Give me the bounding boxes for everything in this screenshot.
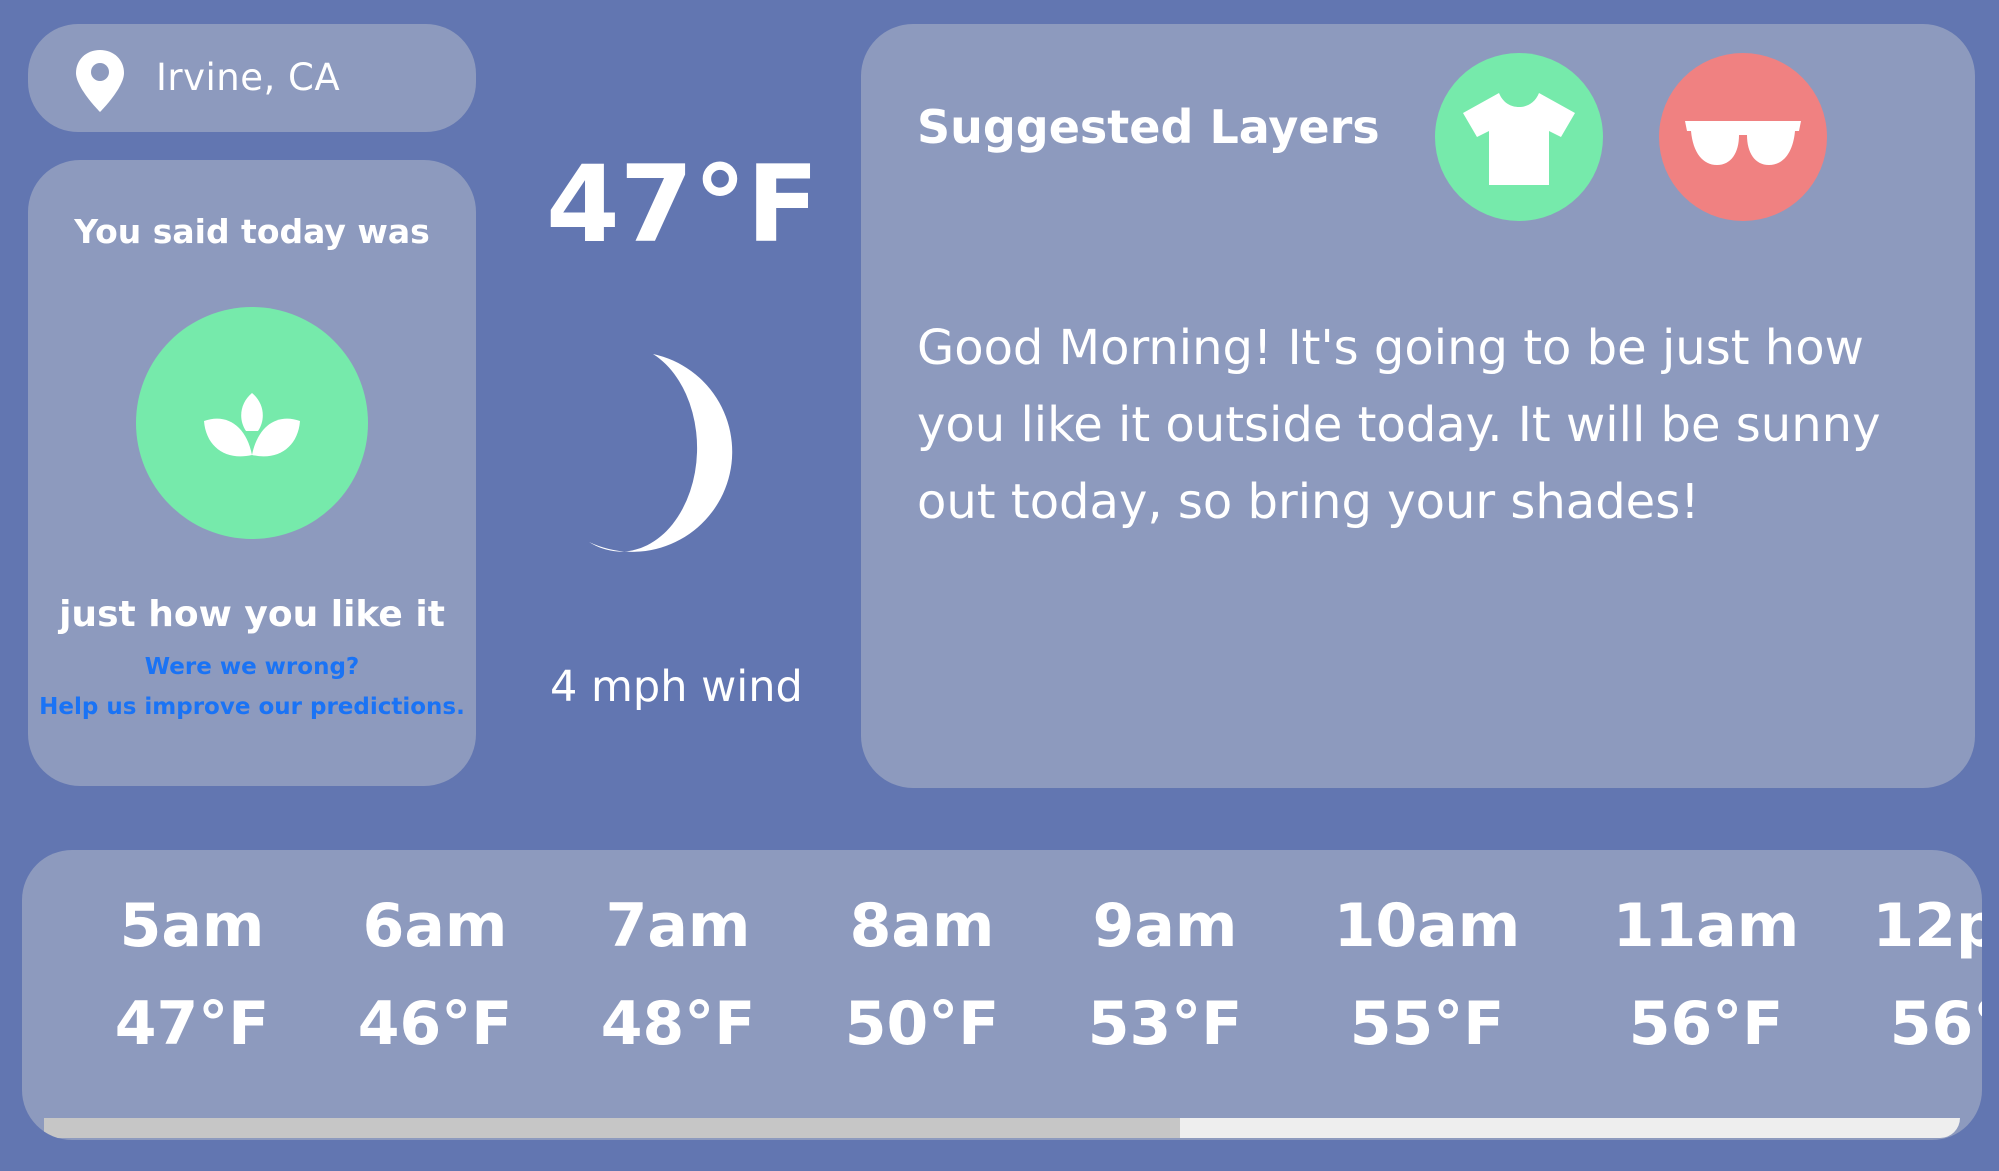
feedback-card: You said today was just how you like it … — [28, 160, 476, 786]
tshirt-icon — [1463, 93, 1575, 185]
wind-speed: 4 mph wind — [550, 662, 803, 712]
hourly-forecast[interactable]: 5am 47°F 6am 46°F 7am 48°F 8am 50°F 9am … — [22, 850, 1982, 1140]
hour-time: 12pm — [1872, 891, 1982, 961]
hour-item: 12pm 56°F — [1857, 886, 1982, 1064]
hour-temp: 50°F — [844, 989, 1000, 1059]
hour-item: 8am 50°F — [812, 886, 1032, 1064]
suggested-layers-panel: Suggested Layers Good Morning! It's goin… — [861, 24, 1975, 788]
hourly-list: 5am 47°F 6am 46°F 7am 48°F 8am 50°F 9am … — [22, 850, 1982, 1120]
hour-temp: 56°F — [1889, 989, 1982, 1059]
hour-time: 7am — [605, 891, 751, 961]
hour-time: 11am — [1612, 891, 1800, 961]
hour-temp: 56°F — [1628, 989, 1784, 1059]
current-temperature: 47°F — [546, 143, 819, 266]
location-name: Irvine, CA — [156, 56, 341, 99]
hour-temp: 48°F — [600, 989, 756, 1059]
hour-time: 10am — [1333, 891, 1521, 961]
moon-icon — [589, 354, 733, 552]
location-pill[interactable]: Irvine, CA — [28, 24, 476, 132]
hour-item: 5am 47°F — [82, 886, 302, 1064]
horizontal-scrollbar[interactable] — [44, 1118, 1960, 1138]
leaf-icon — [204, 393, 300, 457]
hour-temp: 55°F — [1349, 989, 1505, 1059]
scrollbar-thumb[interactable] — [44, 1118, 1180, 1138]
forecast-message: Good Morning! It's going to be just how … — [917, 320, 1881, 530]
hour-item: 9am 53°F — [1055, 886, 1275, 1064]
hour-temp: 46°F — [357, 989, 513, 1059]
hour-item: 6am 46°F — [325, 886, 545, 1064]
sunglasses-icon — [1685, 121, 1801, 165]
hour-time: 5am — [119, 891, 265, 961]
hour-time: 6am — [362, 891, 508, 961]
map-pin-icon — [76, 50, 124, 112]
were-we-wrong-link[interactable]: Were we wrong? — [28, 654, 476, 680]
comfort-badge — [136, 307, 368, 539]
hour-time: 9am — [1092, 891, 1238, 961]
layer-tshirt[interactable] — [1435, 53, 1603, 221]
hour-item: 11am 56°F — [1596, 886, 1816, 1064]
hour-item: 7am 48°F — [568, 886, 788, 1064]
layer-sunglasses[interactable] — [1659, 53, 1827, 221]
comfort-verdict: just how you like it — [59, 594, 445, 635]
feedback-heading: You said today was — [74, 212, 430, 251]
suggested-layers-title: Suggested Layers — [917, 100, 1380, 154]
hour-item: 10am 55°F — [1317, 886, 1537, 1064]
hour-time: 8am — [849, 891, 995, 961]
hour-temp: 47°F — [114, 989, 270, 1059]
hour-temp: 53°F — [1087, 989, 1243, 1059]
improve-predictions-link[interactable]: Help us improve our predictions. — [28, 694, 476, 720]
